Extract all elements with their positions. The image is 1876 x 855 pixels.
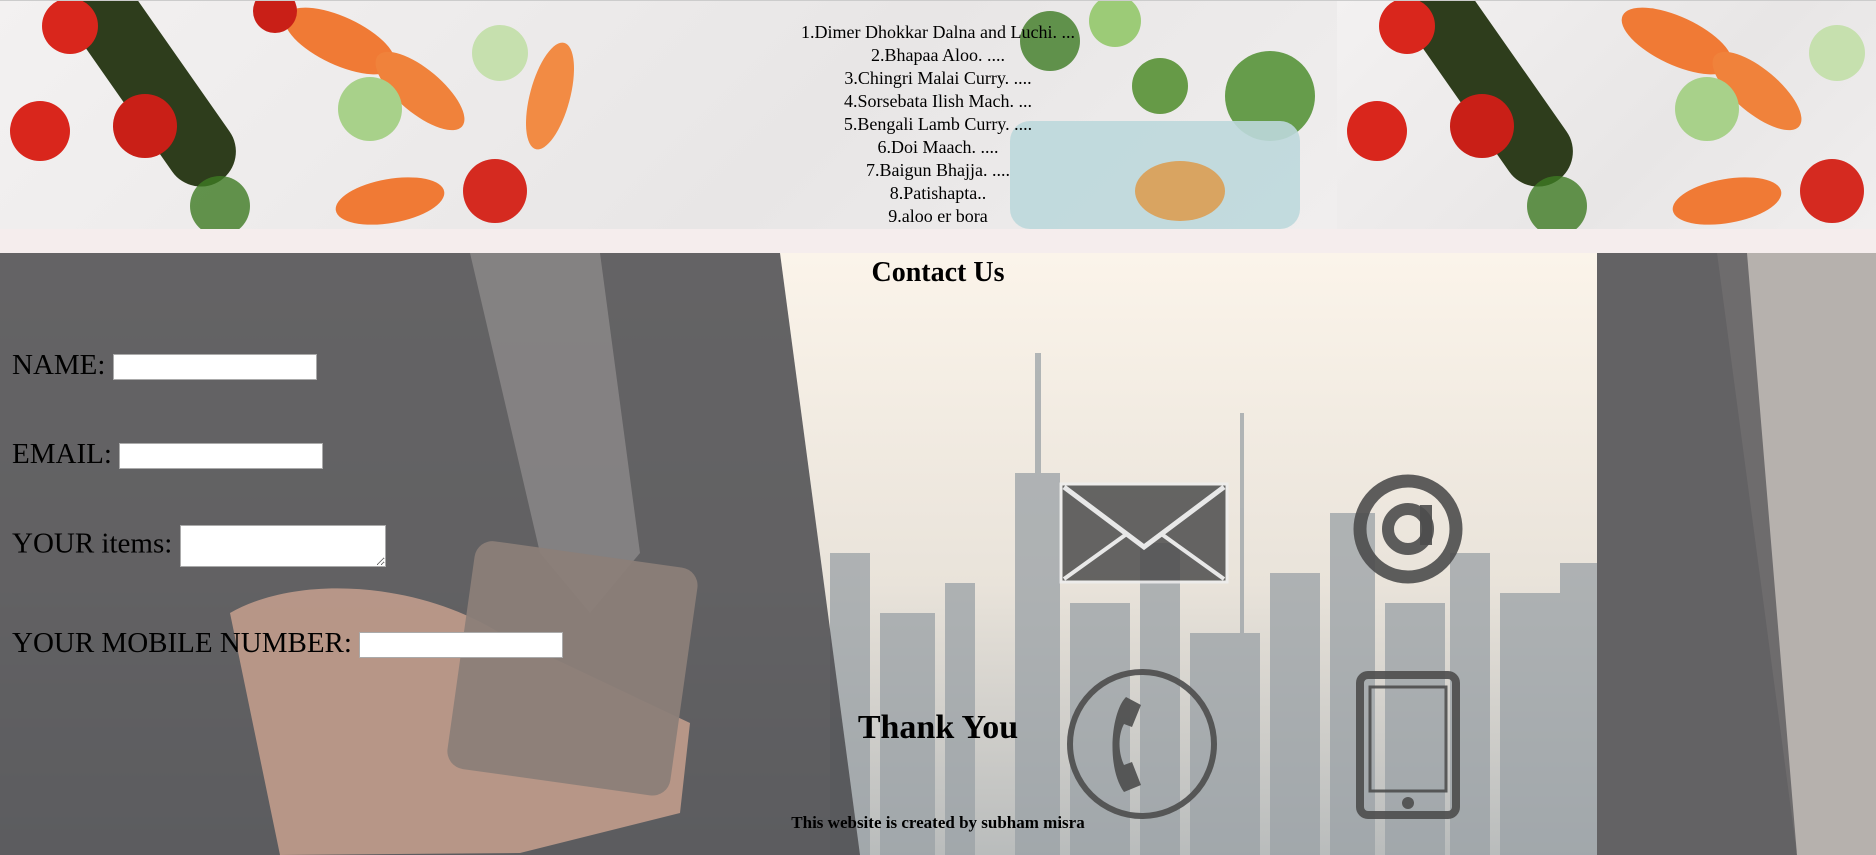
name-label: NAME: [12, 349, 106, 381]
site-credit: This website is created by subham misra [791, 813, 1085, 832]
dish-item: 8.Patishapta.. [889, 183, 987, 203]
dish-item: 4.Sorsebata Ilish Mach. ... [844, 91, 1032, 111]
dish-list: 1.Dimer Dhokkar Dalna and Luchi. ... 2.B… [0, 21, 1876, 228]
section-gap [0, 229, 1876, 253]
contact-title: Contact Us [871, 257, 1005, 288]
thank-you-heading: Thank You [857, 709, 1019, 746]
contact-background-image-repeat [1597, 253, 1876, 855]
items-row: YOUR items: [12, 525, 386, 567]
dish-item: 1.Dimer Dhokkar Dalna and Luchi. ... [801, 22, 1075, 42]
mobile-row: YOUR MOBILE NUMBER: [12, 627, 564, 660]
menu-banner: 1.Dimer Dhokkar Dalna and Luchi. ... 2.B… [0, 0, 1876, 229]
email-row: EMAIL: [12, 438, 324, 471]
dish-item: 6.Doi Maach. .... [877, 137, 999, 157]
dish-item: 7.Baigun Bhajja. .... [866, 160, 1010, 180]
name-row: NAME: [12, 349, 317, 382]
items-textarea[interactable] [179, 525, 386, 567]
email-input[interactable] [119, 443, 324, 470]
email-label: EMAIL: [12, 438, 112, 470]
dish-item: 3.Chingri Malai Curry. .... [844, 68, 1032, 88]
name-input[interactable] [112, 354, 317, 381]
dish-item: 9.aloo er bora [888, 206, 988, 226]
mobile-input[interactable] [359, 632, 564, 659]
mobile-label: YOUR MOBILE NUMBER: [12, 627, 352, 659]
at-sign-icon [1353, 474, 1463, 584]
items-label: YOUR items: [12, 527, 173, 560]
envelope-icon [1059, 482, 1229, 584]
dish-item: 5.Bengali Lamb Curry. .... [843, 114, 1033, 134]
contact-section: Contact Us NAME: EMAIL: YOUR items: YOUR… [0, 253, 1876, 855]
dish-item: 2.Bhapaa Aloo. .... [871, 45, 1005, 65]
